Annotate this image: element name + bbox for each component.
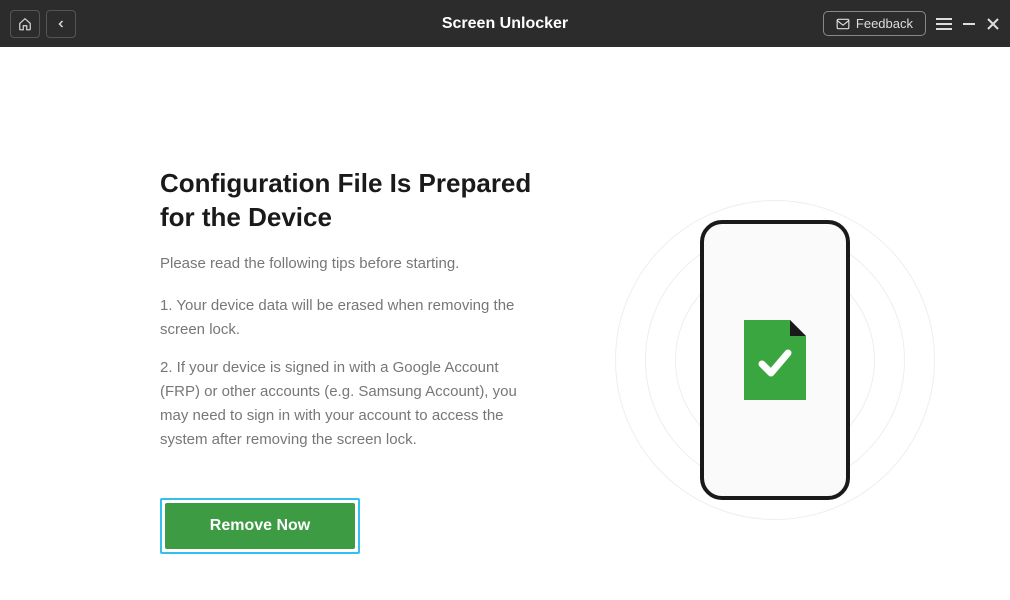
phone-illustration [625, 210, 925, 510]
minimize-icon [962, 17, 976, 31]
hamburger-icon [936, 17, 952, 31]
titlebar: Screen Unlocker Feedback [0, 0, 1010, 47]
main-content: Configuration File Is Prepared for the D… [0, 47, 1010, 554]
close-icon [986, 17, 1000, 31]
feedback-button[interactable]: Feedback [823, 11, 926, 36]
app-title: Screen Unlocker [442, 15, 568, 33]
left-panel: Configuration File Is Prepared for the D… [160, 167, 540, 554]
feedback-label: Feedback [856, 16, 913, 31]
back-button[interactable] [46, 10, 76, 38]
phone-icon [700, 220, 850, 500]
tip-1: 1. Your device data will be erased when … [160, 294, 540, 342]
home-button[interactable] [10, 10, 40, 38]
mail-icon [836, 18, 850, 30]
home-icon [18, 17, 32, 31]
subtext: Please read the following tips before st… [160, 255, 540, 272]
right-panel [600, 167, 950, 554]
page-heading: Configuration File Is Prepared for the D… [160, 167, 540, 235]
close-button[interactable] [986, 17, 1000, 31]
remove-now-button[interactable]: Remove Now [165, 503, 355, 549]
action-button-highlight: Remove Now [160, 498, 360, 554]
titlebar-right-controls: Feedback [823, 11, 1000, 36]
tip-2: 2. If your device is signed in with a Go… [160, 356, 540, 452]
document-check-icon [744, 320, 806, 400]
titlebar-left-controls [10, 10, 76, 38]
window-controls [936, 17, 1000, 31]
menu-button[interactable] [936, 17, 952, 31]
minimize-button[interactable] [962, 17, 976, 31]
chevron-left-icon [55, 18, 67, 30]
